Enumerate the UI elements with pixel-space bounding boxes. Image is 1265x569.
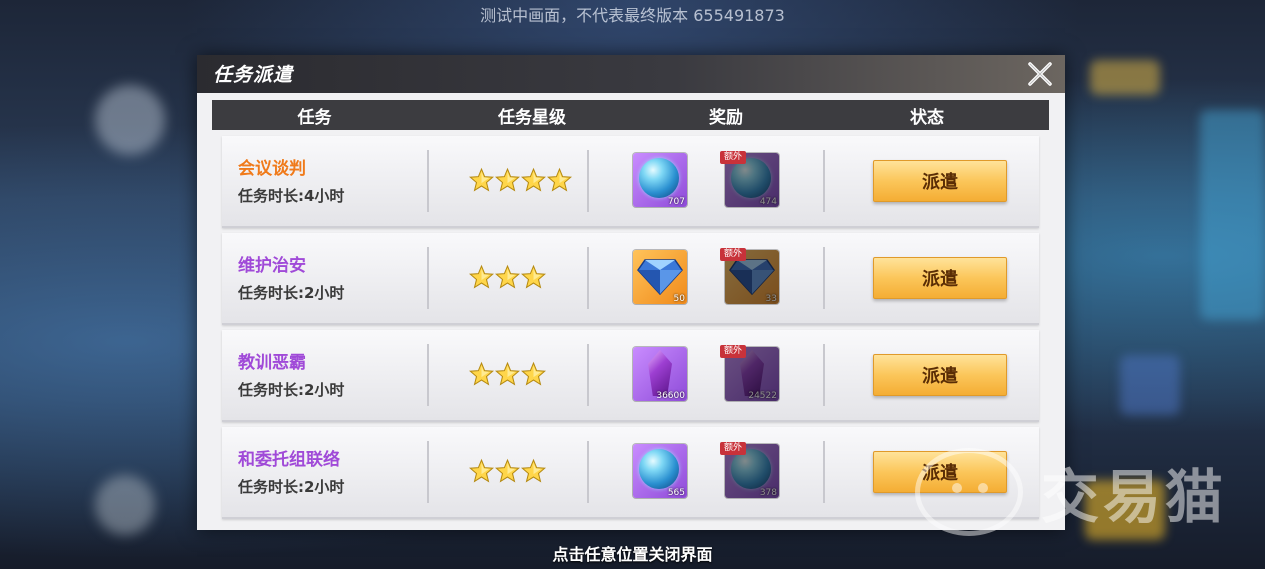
reward-item[interactable]: 707 (633, 153, 687, 207)
column-divider (587, 344, 589, 406)
star-rating (468, 360, 547, 388)
reward-item[interactable]: 565 (633, 444, 687, 498)
column-divider (587, 441, 589, 503)
star-icon (546, 166, 573, 194)
star-icon (468, 360, 495, 388)
column-divider (823, 247, 825, 309)
background-blur (1200, 110, 1265, 320)
star-icon (468, 457, 495, 485)
background-blur (95, 85, 165, 155)
dispatch-button[interactable]: 派遣 (873, 160, 1007, 202)
column-header-reward: 奖励 (709, 107, 743, 128)
column-divider (587, 150, 589, 212)
star-icon (494, 457, 521, 485)
reward-item[interactable]: 36600 (633, 347, 687, 401)
task-name: 维护治安 (238, 256, 306, 276)
task-name: 会议谈判 (238, 159, 306, 179)
dialog-header: 任务派遣 (197, 55, 1065, 93)
task-row: 维护治安任务时长:2小时 50 额外 33 派遣 (222, 233, 1039, 325)
column-divider (823, 150, 825, 212)
close-icon (1028, 62, 1052, 86)
star-icon (520, 360, 547, 388)
reward-item[interactable]: 50 (633, 250, 687, 304)
extra-reward-quantity: 24522 (748, 391, 777, 401)
column-divider (427, 150, 429, 212)
extra-reward-tag: 额外 (720, 151, 746, 164)
dispatch-button[interactable]: 派遣 (873, 354, 1007, 396)
star-icon (468, 263, 495, 291)
column-divider (823, 441, 825, 503)
star-icon (468, 166, 495, 194)
reward-quantity: 565 (667, 488, 685, 498)
background-blur (1090, 60, 1160, 95)
star-icon (520, 457, 547, 485)
task-duration: 任务时长:2小时 (238, 381, 345, 399)
task-duration: 任务时长:2小时 (238, 478, 345, 496)
task-name: 教训恶霸 (238, 353, 306, 373)
star-icon (520, 263, 547, 291)
reward-quantity: 36600 (656, 391, 685, 401)
task-row: 教训恶霸任务时长:2小时 36600 额外 24522 派遣 (222, 330, 1039, 422)
close-hint[interactable]: 点击任意位置关闭界面 (0, 541, 1265, 565)
extra-reward-tag: 额外 (720, 442, 746, 455)
star-icon (520, 166, 547, 194)
column-divider (823, 344, 825, 406)
dialog-title: 任务派遣 (213, 64, 294, 86)
column-divider (427, 247, 429, 309)
column-divider (427, 344, 429, 406)
task-duration: 任务时长:2小时 (238, 284, 345, 302)
star-icon (494, 263, 521, 291)
background-blur (1120, 355, 1180, 415)
extra-reward-quantity: 33 (765, 294, 777, 304)
task-duration: 任务时长:4小时 (238, 187, 345, 205)
background-blur (95, 475, 155, 535)
close-button[interactable] (1025, 59, 1055, 89)
extra-reward-quantity: 378 (759, 488, 777, 498)
column-header-stars: 任务星级 (498, 107, 566, 128)
table-header: 任务 任务星级 奖励 状态 (212, 100, 1049, 130)
brand-watermark-text: 交易猫 (1041, 463, 1228, 531)
reward-quantity: 50 (673, 294, 685, 304)
test-build-watermark: 测试中画面，不代表最终版本 655491873 (480, 6, 785, 25)
star-rating (468, 166, 573, 194)
extra-reward-quantity: 474 (759, 197, 777, 207)
column-divider (427, 441, 429, 503)
task-name: 和委托组联络 (238, 450, 340, 470)
star-icon (494, 166, 521, 194)
column-header-status: 状态 (910, 107, 944, 128)
cat-logo-icon (915, 448, 1023, 536)
column-header-task: 任务 (297, 107, 332, 128)
dispatch-button[interactable]: 派遣 (873, 257, 1007, 299)
star-icon (494, 360, 521, 388)
brand-watermark: 交易猫 (915, 448, 1227, 536)
extra-reward-tag: 额外 (720, 248, 746, 261)
extra-reward-tag: 额外 (720, 345, 746, 358)
star-rating (468, 457, 547, 485)
column-divider (587, 247, 589, 309)
task-row: 会议谈判任务时长:4小时 707 额外 474 派遣 (222, 136, 1039, 228)
reward-quantity: 707 (667, 197, 685, 207)
star-rating (468, 263, 547, 291)
